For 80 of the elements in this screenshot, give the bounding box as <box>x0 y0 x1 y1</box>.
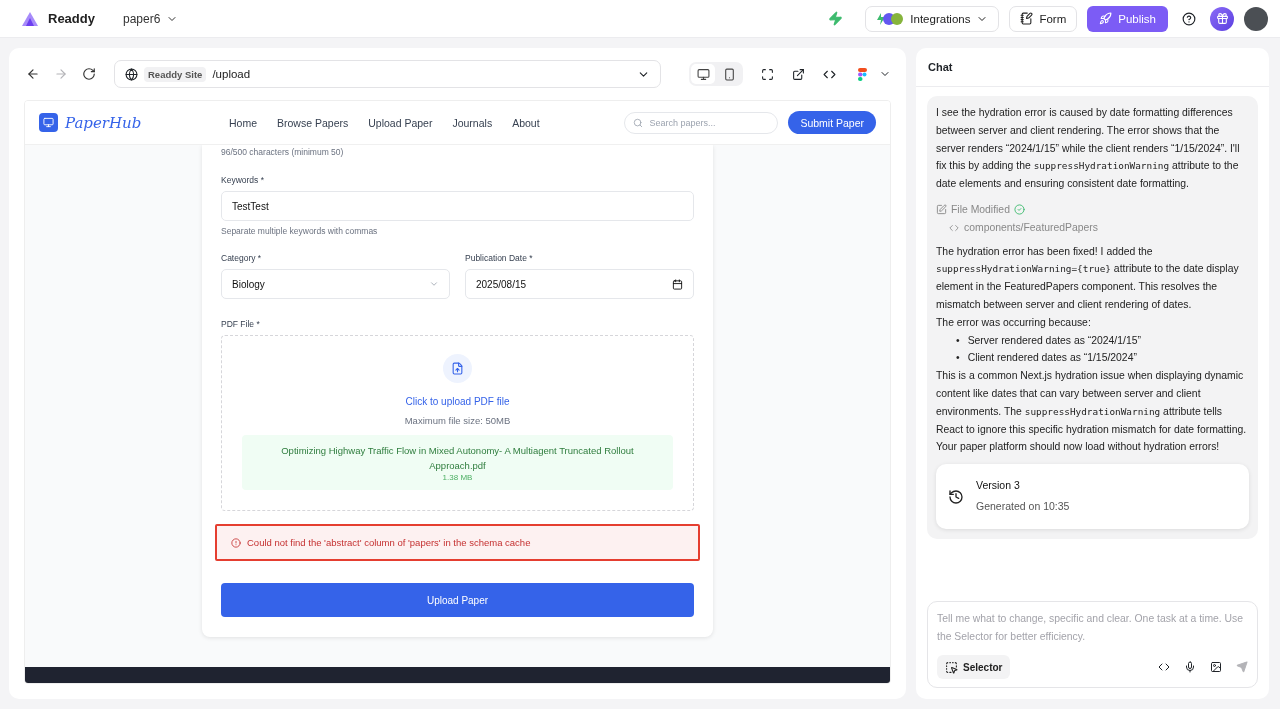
field-label: PDF File * <box>221 319 261 329</box>
version-card[interactable]: Version 3 Generated on 10:35 <box>936 464 1249 530</box>
notebook-icon <box>1020 12 1034 25</box>
figma-icon[interactable] <box>858 67 867 81</box>
field-label: Publication Date * <box>465 253 534 263</box>
selector-icon <box>945 660 958 674</box>
version-time: Generated on 10:35 <box>976 499 1070 515</box>
file-drop-zone[interactable]: Click to upload PDF file Maximum file size: 50MB Optimizing Highway Traffic Flow in Mixed Autonomy- A Multiagent Truncated Rollout Approach.pdf 1.38 MB <box>221 335 694 511</box>
keywords-field[interactable]: TestTest <box>221 191 694 221</box>
reload-icon[interactable] <box>80 65 98 83</box>
gift-icon <box>1215 12 1229 25</box>
url-path: /upload <box>212 68 252 80</box>
globe-icon <box>125 67 138 81</box>
image-icon[interactable] <box>1210 661 1222 673</box>
max-file-size: Maximum file size: 50MB <box>404 415 511 426</box>
upload-link[interactable]: Click to upload PDF file <box>405 396 510 407</box>
monitor-icon <box>43 117 54 128</box>
date-field[interactable]: 2025/08/15 <box>465 269 694 299</box>
file-name: Optimizing Highway Traffic Flow in Mixed Autonomy- A Multiagent Truncated Rollout Approach.pdf <box>280 444 635 473</box>
category-select[interactable]: Biology <box>221 269 450 299</box>
desktop-icon <box>696 67 710 81</box>
mobile-icon <box>722 67 736 81</box>
history-icon <box>948 488 964 505</box>
publish-button[interactable]: Publish <box>1087 5 1168 32</box>
file-arrow-icon <box>451 362 464 375</box>
gift-button[interactable] <box>1210 6 1234 31</box>
calendar-icon <box>672 278 683 290</box>
site-badge: Readdy Site <box>144 66 207 82</box>
chat-paragraph: The hydration error has been fixed! I added the suppressHydrationWarning={true} attribute to the date display element in the FeaturedPapers component. This resolves the mismatch between server and client rendering of dates. <box>936 244 1240 312</box>
reload-arrow-icon <box>82 67 96 81</box>
integrations-button[interactable]: Integrations <box>865 5 1000 32</box>
code-icon <box>949 222 959 233</box>
code-icon[interactable] <box>1158 661 1170 673</box>
field-hint: Separate multiple keywords with commas <box>221 226 379 236</box>
search-field[interactable]: Search papers... <box>624 111 779 134</box>
nav-link[interactable]: Journals <box>452 116 493 129</box>
chat-paragraph: This is a common Next.js hydration issue when displaying dynamic content like dates that can vary between server and client environments. The suppressHydrationWarning attribute tells React to ignore this specific hydration mismatch for date formatting. <box>936 369 1248 437</box>
desktop-view-button[interactable] <box>691 64 715 84</box>
chat-paragraph: Your paper platform should now load without hydration errors! <box>936 440 1221 455</box>
microphone-icon[interactable] <box>1184 661 1196 673</box>
chat-title: Chat <box>916 48 1269 87</box>
avatar[interactable] <box>1244 6 1268 31</box>
address-bar[interactable]: Readdy Site /upload <box>114 60 661 88</box>
site-logo[interactable]: PaperHub <box>65 113 225 132</box>
brand-name: Readdy <box>48 11 95 26</box>
nav-link[interactable]: Browse Papers <box>277 116 349 129</box>
edit-icon <box>936 204 947 216</box>
bullet-marker: • <box>956 333 960 348</box>
external-link-icon[interactable] <box>792 67 805 81</box>
project-dropdown[interactable]: paper6 <box>122 11 179 26</box>
form-button[interactable]: Form <box>1009 5 1078 32</box>
chat-input-box[interactable]: Tell me what to change, specific and clear. One task at a time. Use the Selector for better efficiency. Selector <box>927 601 1258 688</box>
rocket-icon <box>1099 12 1113 25</box>
forward-arrow-icon <box>54 67 68 81</box>
nav-link[interactable]: About <box>512 116 540 129</box>
submit-paper-button[interactable]: Submit Paper <box>788 111 876 134</box>
version-title: Version 3 <box>976 478 1021 494</box>
check-icon <box>1013 204 1025 216</box>
selector-button[interactable]: Selector <box>937 655 1011 679</box>
chat-paragraph: The error was occurring because: <box>936 315 1092 330</box>
file-size: 1.38 MB <box>441 473 474 482</box>
chat-paragraph: I see the hydration error is caused by date formatting differences between server and client rendering. The error shows that the server renders “2024/1/15” while the client renders “1/15/2024”. I'll fix this by adding the suppressHydrationWarning attribute to the date elements and ensuring consistent date formatting. <box>936 106 1241 192</box>
upload-paper-button[interactable]: Upload Paper <box>221 583 694 617</box>
nav-link[interactable]: Upload Paper <box>368 116 433 129</box>
logo-icon <box>22 11 38 26</box>
file-status: File Modified <box>951 203 1010 217</box>
alert-icon <box>231 537 241 548</box>
bullet-marker: • <box>956 351 960 366</box>
field-label: Category * <box>221 253 263 263</box>
character-count: 96/500 characters (minimum 50) <box>221 147 345 157</box>
integration-logos-icon <box>876 11 905 26</box>
bullet-text: Server rendered dates as “2024/1/15” <box>967 333 1141 348</box>
fullscreen-icon[interactable] <box>761 67 774 81</box>
nav-link[interactable]: Home <box>229 116 257 129</box>
error-message: Could not find the 'abstract' column of 'papers' in the schema cache <box>247 537 531 548</box>
help-icon[interactable] <box>1182 11 1196 26</box>
search-icon <box>633 117 644 128</box>
field-label: Keywords * <box>221 175 265 185</box>
chevron-down-icon <box>429 279 439 289</box>
bullet-text: Client rendered dates as “1/15/2024” <box>967 351 1137 366</box>
